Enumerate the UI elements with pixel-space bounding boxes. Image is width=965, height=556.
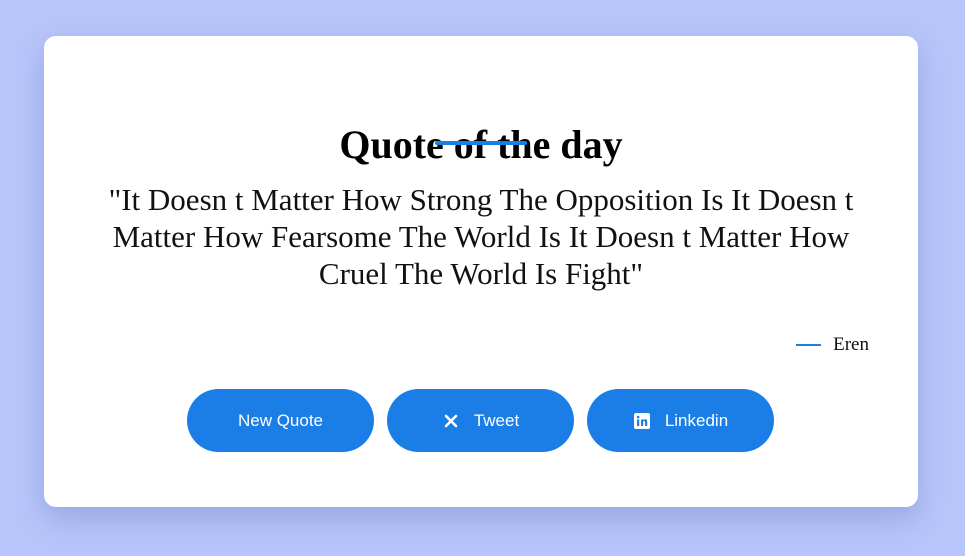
tweet-label: Tweet bbox=[473, 410, 520, 430]
page-title: Quote of the day bbox=[339, 122, 623, 167]
author-line: Eren bbox=[796, 332, 869, 358]
quote-card: Quote of the day "It Doesn t Matter How … bbox=[44, 36, 918, 507]
new-quote-label: New Quote bbox=[237, 410, 324, 430]
x-icon bbox=[442, 412, 460, 430]
linkedin-label: Linkedin bbox=[664, 410, 729, 430]
tweet-button[interactable]: Tweet bbox=[387, 389, 574, 452]
author-name: Eren bbox=[833, 334, 869, 355]
linkedin-icon bbox=[633, 412, 651, 430]
action-buttons: New Quote Tweet Linkedin bbox=[187, 389, 774, 452]
linkedin-button[interactable]: Linkedin bbox=[587, 389, 774, 452]
title-underline bbox=[435, 141, 527, 145]
quote-text: "It Doesn t Matter How Strong The Opposi… bbox=[108, 182, 854, 291]
new-quote-button[interactable]: New Quote bbox=[187, 389, 374, 452]
author-dash bbox=[796, 344, 822, 346]
